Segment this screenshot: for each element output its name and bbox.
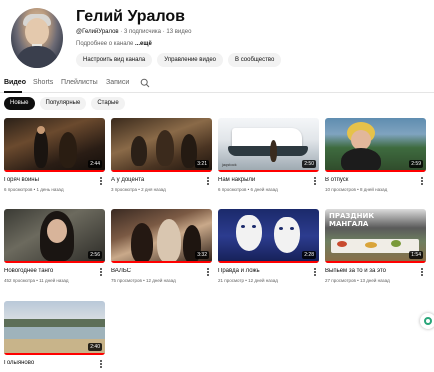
channel-avatar[interactable] bbox=[11, 8, 63, 68]
video-card[interactable]: ПРАЗДНИК МАНГАЛА 1:54 Выпьем за то и за … bbox=[325, 209, 426, 283]
chip-popular[interactable]: Популярные bbox=[39, 97, 87, 110]
video-count: 13 видео bbox=[166, 29, 192, 35]
more-options-icon[interactable] bbox=[100, 268, 103, 277]
video-duration: 3:32 bbox=[195, 251, 209, 259]
video-card[interactable]: 2:59 В отпуск 10 просмотров • 8 дней наз… bbox=[325, 118, 426, 192]
video-title[interactable]: Нам накрыли bbox=[218, 177, 308, 183]
video-thumbnail[interactable]: 2:28 bbox=[218, 209, 319, 263]
chip-oldest[interactable]: Старые bbox=[91, 97, 125, 110]
more-options-icon[interactable] bbox=[421, 268, 424, 277]
video-meta: 10 просмотров • 8 дней назад bbox=[325, 187, 388, 192]
video-meta: 75 просмотров • 12 дней назад bbox=[111, 278, 176, 283]
video-thumbnail[interactable]: 2:44 bbox=[4, 118, 105, 172]
watch-progress bbox=[4, 261, 105, 263]
video-duration: 2:59 bbox=[409, 160, 423, 168]
video-card[interactable]: 3:21 А у доцента 3 просмотра • 2 дня наз… bbox=[111, 118, 212, 192]
channel-description[interactable]: Подробнее о канале ...ещё bbox=[76, 41, 152, 47]
watch-progress bbox=[218, 170, 319, 172]
video-duration: 2:28 bbox=[302, 251, 316, 259]
assistant-icon bbox=[424, 317, 432, 325]
video-title[interactable]: Горяч войны bbox=[4, 177, 94, 183]
video-meta: 27 просмотров • 13 дней назад bbox=[325, 278, 390, 283]
video-duration: 2:56 bbox=[88, 251, 102, 259]
more-options-icon[interactable] bbox=[314, 268, 317, 277]
video-title[interactable]: Выпьем за то и за это bbox=[325, 268, 415, 274]
video-thumbnail[interactable]: 2:59 bbox=[325, 118, 426, 172]
watch-progress bbox=[4, 170, 105, 172]
active-tab-indicator bbox=[4, 91, 22, 93]
video-title[interactable]: Новогоднее танго bbox=[4, 268, 94, 274]
video-meta: 452 просмотра • 11 дней назад bbox=[4, 278, 69, 283]
chip-newest[interactable]: Новые bbox=[4, 97, 35, 110]
manage-videos-button[interactable]: Управление видео bbox=[157, 53, 224, 67]
community-button[interactable]: В сообщество bbox=[228, 53, 282, 67]
video-duration: 2:44 bbox=[88, 160, 102, 168]
video-card[interactable]: 2:56 Новогоднее танго 452 просмотра • 11… bbox=[4, 209, 105, 283]
channel-handle: @ГелийУралов bbox=[76, 29, 119, 35]
channel-tabs: Видео Shorts Плейлисты Записи bbox=[0, 76, 434, 93]
subscriber-count: 3 подписчика bbox=[123, 29, 162, 35]
more-options-icon[interactable] bbox=[100, 360, 103, 369]
thumbnail-caption-line1: ПРАЗДНИК bbox=[329, 212, 375, 220]
more-link[interactable]: ...ещё bbox=[135, 41, 152, 47]
more-options-icon[interactable] bbox=[314, 177, 317, 186]
tab-playlists[interactable]: Плейлисты bbox=[61, 79, 98, 86]
video-title[interactable]: Голыяново bbox=[4, 360, 94, 366]
video-card[interactable]: jaqstock 2:50 Нам накрыли 6 просмотров •… bbox=[218, 118, 319, 192]
watch-progress bbox=[111, 170, 212, 172]
video-title[interactable]: В отпуск bbox=[325, 177, 415, 183]
customize-channel-button[interactable]: Настроить вид канала bbox=[76, 53, 153, 67]
video-duration: 1:54 bbox=[409, 251, 423, 259]
video-card[interactable]: 3:32 ВАЛЬС 75 просмотров • 12 дней назад bbox=[111, 209, 212, 283]
sort-chips: Новые Популярные Старые bbox=[4, 97, 125, 110]
video-meta: 3 просмотра • 2 дня назад bbox=[111, 187, 166, 192]
more-options-icon[interactable] bbox=[100, 177, 103, 186]
tab-videos[interactable]: Видео bbox=[4, 79, 26, 86]
avatar-suit bbox=[15, 46, 59, 68]
channel-name: Гелий Уралов bbox=[76, 8, 186, 25]
video-card[interactable]: 2:40 Голыяново bbox=[4, 301, 105, 368]
avatar-face bbox=[25, 18, 49, 46]
more-options-icon[interactable] bbox=[207, 268, 210, 277]
video-card[interactable]: 2:44 Горяч войны 6 просмотров • 1 день н… bbox=[4, 118, 105, 192]
watch-progress bbox=[4, 353, 105, 355]
more-options-icon[interactable] bbox=[421, 177, 424, 186]
watch-progress bbox=[111, 261, 212, 263]
video-duration: 2:50 bbox=[302, 160, 316, 168]
video-thumbnail[interactable]: 2:40 bbox=[4, 301, 105, 355]
video-meta: 6 просмотров • 1 день назад bbox=[4, 187, 64, 192]
thumbnail-caption-line2: МАНГАЛА bbox=[329, 220, 369, 228]
channel-actions: Настроить вид канала Управление видео В … bbox=[76, 53, 282, 67]
watch-progress bbox=[218, 261, 319, 263]
channel-meta: @ГелийУралов · 3 подписчика · 13 видео bbox=[76, 29, 192, 35]
tab-posts[interactable]: Записи bbox=[106, 79, 129, 86]
video-title[interactable]: А у доцента bbox=[111, 177, 201, 183]
watch-progress bbox=[325, 170, 426, 172]
video-meta: 21 просмотр • 12 дней назад bbox=[218, 278, 278, 283]
video-thumbnail[interactable]: 2:56 bbox=[4, 209, 105, 263]
floating-action-button[interactable] bbox=[420, 313, 434, 329]
watch-progress bbox=[325, 261, 426, 263]
tab-shorts[interactable]: Shorts bbox=[33, 79, 53, 86]
video-thumbnail[interactable]: ПРАЗДНИК МАНГАЛА 1:54 bbox=[325, 209, 426, 263]
video-title[interactable]: ВАЛЬС bbox=[111, 268, 201, 274]
video-meta: 6 просмотров • 6 дней назад bbox=[218, 187, 278, 192]
video-duration: 2:40 bbox=[88, 343, 102, 351]
video-thumbnail[interactable]: 3:21 bbox=[111, 118, 212, 172]
thumbnail-watermark: jaqstock bbox=[222, 162, 237, 167]
more-options-icon[interactable] bbox=[207, 177, 210, 186]
video-thumbnail[interactable]: 3:32 bbox=[111, 209, 212, 263]
video-duration: 3:21 bbox=[195, 160, 209, 168]
video-thumbnail[interactable]: jaqstock 2:50 bbox=[218, 118, 319, 172]
search-icon[interactable] bbox=[140, 78, 150, 88]
description-label: Подробнее о канале bbox=[76, 41, 134, 47]
video-title[interactable]: Правда и ложь bbox=[218, 268, 308, 274]
video-card[interactable]: 2:28 Правда и ложь 21 просмотр • 12 дней… bbox=[218, 209, 319, 283]
